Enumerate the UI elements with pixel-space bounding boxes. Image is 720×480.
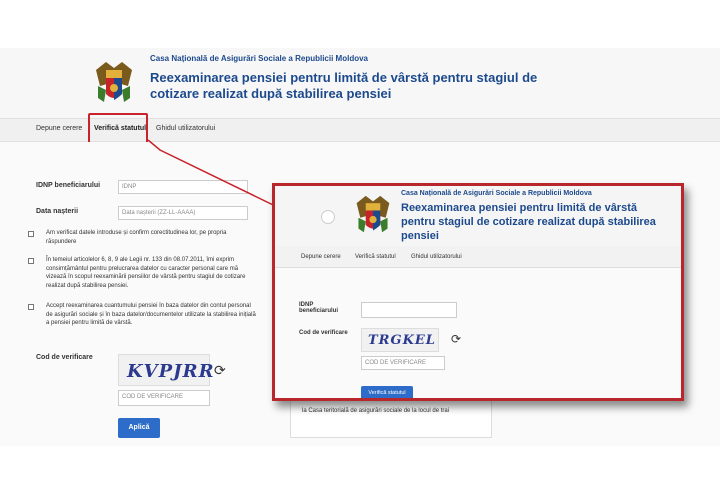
- captcha-image: KVPJRR: [118, 354, 214, 386]
- idnp-input[interactable]: IDNP: [118, 180, 248, 194]
- captcha-input[interactable]: COD DE VERIFICARE: [118, 390, 210, 406]
- callout-idnp-label: IDNP beneficiarului: [299, 302, 339, 314]
- callout-captcha-refresh-icon[interactable]: ⟳: [451, 332, 461, 346]
- nav-ghidul-utilizatorului[interactable]: Ghidul utilizatorului: [156, 125, 215, 132]
- callout-captcha-label: Cod de verificare: [299, 330, 348, 336]
- birth-date-label: Data nașterii: [36, 208, 79, 215]
- info-panel-text: la Casa teritorială de asigurări sociale…: [302, 408, 450, 414]
- accept-text: Accept reexaminarea cuantumului pensiei …: [46, 303, 256, 327]
- callout-nav-depune-cerere[interactable]: Depune cerere: [301, 254, 341, 260]
- top-whitespace: [0, 0, 720, 48]
- page-header: Casa Națională de Asigurări Sociale a Re…: [0, 48, 720, 118]
- captcha-label: Cod de verificare: [36, 354, 93, 361]
- callout-header: Casa Națională de Asigurări Sociale a Re…: [275, 186, 681, 246]
- confirm-data-text: Am verificat datele introduse și confirm…: [46, 230, 227, 245]
- callout-nav-ghidul-utilizatorului[interactable]: Ghidul utilizatorului: [411, 254, 462, 260]
- idnp-label: IDNP beneficiarului: [36, 182, 101, 189]
- decorative-circle: [321, 210, 335, 224]
- callout-title-line1: Reexaminarea pensiei pentru limită de vâ…: [401, 202, 637, 214]
- callout-captcha-input[interactable]: COD DE VERIFICARE: [361, 356, 445, 370]
- callout-agency-name: Casa Națională de Asigurări Sociale a Re…: [401, 190, 592, 197]
- captcha-text: KVPJRR: [127, 361, 215, 382]
- birth-date-input[interactable]: Data nașterii (ZZ-LL-AAAA): [118, 206, 248, 220]
- confirm-data-checkbox[interactable]: [28, 231, 34, 237]
- agency-name: Casa Națională de Asigurări Sociale a Re…: [150, 54, 368, 63]
- page-title-line2: cotizare realizat după stabilirea pensie…: [150, 86, 392, 101]
- callout-form: IDNP beneficiarului Cod de verificare TR…: [275, 268, 681, 398]
- zoom-callout: Casa Națională de Asigurări Sociale a Re…: [272, 183, 684, 401]
- callout-nav: Depune cerere Verifică statutul Ghidul u…: [275, 246, 681, 268]
- bottom-whitespace: [0, 446, 720, 480]
- moldova-emblem-icon: [356, 195, 390, 233]
- callout-title-line3: pensiei: [401, 230, 439, 242]
- nav-depune-cerere[interactable]: Depune cerere: [36, 125, 82, 132]
- nav-highlight-box: [88, 113, 148, 145]
- submit-button[interactable]: Aplică: [118, 418, 160, 438]
- page-title-line1: Reexaminarea pensiei pentru limită de vâ…: [150, 70, 538, 85]
- moldova-emblem-icon: [96, 62, 132, 102]
- callout-verify-status-button[interactable]: Verifică statutul: [361, 386, 413, 398]
- callout-captcha-text: TRGKEL: [368, 333, 436, 348]
- captcha-refresh-icon[interactable]: ⟳: [214, 362, 226, 379]
- consent-checkbox[interactable]: [28, 258, 34, 264]
- callout-title-line2: pentru stagiul de cotizare realizat după…: [401, 216, 656, 228]
- callout-captcha-image: TRGKEL: [361, 328, 439, 352]
- callout-idnp-input[interactable]: [361, 302, 457, 318]
- accept-checkbox[interactable]: [28, 304, 34, 310]
- callout-nav-verifica-statutul[interactable]: Verifică statutul: [355, 254, 396, 260]
- consent-text: În temeiul articolelor 6, 8, 9 ale Legii…: [46, 257, 246, 290]
